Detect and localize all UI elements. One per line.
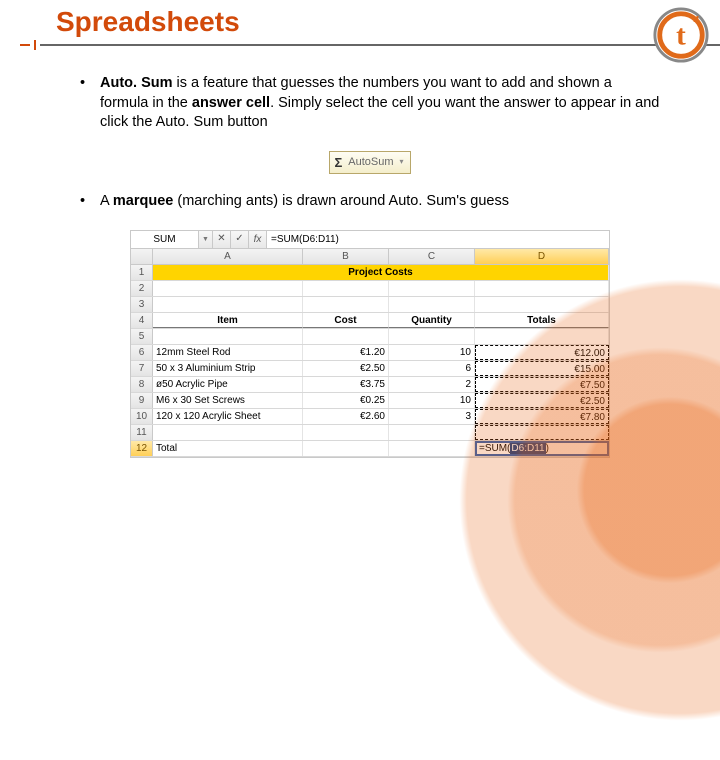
data-row: 9 M6 x 30 Set Screws €0.25 10 €2.50	[131, 393, 609, 409]
formula-input[interactable]: =SUM(D6:D11)	[267, 231, 609, 248]
marquee-term: marquee	[113, 193, 173, 209]
total-cell[interactable]: €7.80	[475, 409, 609, 424]
slide-header: Spreadsheets t 4	[0, 0, 720, 50]
item-cell[interactable]: 12mm Steel Rod	[153, 345, 303, 360]
qty-cell[interactable]: 6	[389, 361, 475, 376]
rule-line	[40, 44, 720, 46]
slide-content: • Auto. Sum is a feature that guesses th…	[0, 50, 720, 458]
title-row: 1 Project Costs	[131, 265, 609, 281]
row-header[interactable]: 8	[131, 377, 153, 392]
empty-row: 11	[131, 425, 609, 441]
cancel-button[interactable]: ✕	[213, 231, 231, 248]
row-header[interactable]: 10	[131, 409, 153, 424]
header-cost[interactable]: Cost	[303, 313, 389, 328]
autosum-term: Auto. Sum	[100, 75, 173, 91]
header-item[interactable]: Item	[153, 313, 303, 328]
qty-cell[interactable]: 3	[389, 409, 475, 424]
fx-icon[interactable]: fx	[249, 231, 267, 248]
rule-tick-h	[20, 44, 30, 46]
t4-logo-icon: t 4	[652, 6, 710, 64]
enter-button[interactable]: ✓	[231, 231, 249, 248]
data-row: 7 50 x 3 Aluminium Strip €2.50 6 €15.00	[131, 361, 609, 377]
row-header[interactable]: 3	[131, 297, 153, 312]
table-header-row: 4 Item Cost Quantity Totals	[131, 313, 609, 329]
item-cell[interactable]: ø50 Acrylic Pipe	[153, 377, 303, 392]
data-row: 6 12mm Steel Rod €1.20 10 €12.00	[131, 345, 609, 361]
row-header[interactable]: 7	[131, 361, 153, 376]
cost-cell[interactable]: €1.20	[303, 345, 389, 360]
item-cell[interactable]: 50 x 3 Aluminium Strip	[153, 361, 303, 376]
total-row: 12 Total =SUM(D6:D11)	[131, 441, 609, 457]
cost-cell[interactable]: €3.75	[303, 377, 389, 392]
chevron-down-icon: ▾	[400, 157, 404, 168]
data-row: 8 ø50 Acrylic Pipe €3.75 2 €7.50	[131, 377, 609, 393]
rule-tick-v	[34, 40, 36, 50]
select-all-corner[interactable]	[131, 249, 153, 265]
row-header[interactable]: 6	[131, 345, 153, 360]
row-header[interactable]: 9	[131, 393, 153, 408]
qty-cell[interactable]: 10	[389, 345, 475, 360]
col-header-a[interactable]: A	[153, 249, 303, 265]
col-header-d[interactable]: D	[475, 249, 609, 265]
empty-row: 3	[131, 297, 609, 313]
svg-text:4: 4	[694, 14, 700, 26]
item-cell[interactable]: 120 x 120 Acrylic Sheet	[153, 409, 303, 424]
row-header[interactable]: 4	[131, 313, 153, 328]
svg-text:t: t	[676, 20, 686, 52]
active-formula-cell[interactable]: =SUM(D6:D11)	[475, 441, 609, 456]
spreadsheet-figure: SUM ▼ ✕ ✓ fx =SUM(D6:D11) A B C D 1 Proj…	[130, 230, 610, 459]
bullet-1: • Auto. Sum is a feature that guesses th…	[80, 74, 660, 133]
autosum-button[interactable]: Σ AutoSum ▾	[329, 151, 410, 175]
row-header[interactable]: 1	[131, 265, 153, 280]
item-cell[interactable]: M6 x 30 Set Screws	[153, 393, 303, 408]
range-selection: D6:D11	[510, 442, 545, 456]
header-totals[interactable]: Totals	[475, 313, 609, 328]
total-cell[interactable]: €15.00	[475, 361, 609, 376]
project-title-cell[interactable]: Project Costs	[153, 265, 609, 280]
data-row: 10 120 x 120 Acrylic Sheet €2.60 3 €7.80	[131, 409, 609, 425]
sheet-body: 1 Project Costs 2 3 4 Item Cost Quantity…	[131, 265, 609, 457]
row-header[interactable]: 12	[131, 441, 153, 456]
total-cell[interactable]: €2.50	[475, 393, 609, 408]
name-box-dropdown-icon[interactable]: ▼	[199, 231, 213, 248]
col-header-c[interactable]: C	[389, 249, 475, 265]
column-headers: A B C D	[131, 249, 609, 266]
row-header[interactable]: 11	[131, 425, 153, 440]
cost-cell[interactable]: €0.25	[303, 393, 389, 408]
bullet-dot: •	[80, 74, 100, 133]
row-header[interactable]: 5	[131, 329, 153, 344]
total-cell[interactable]: €12.00	[475, 345, 609, 360]
col-header-b[interactable]: B	[303, 249, 389, 265]
autosum-label: AutoSum	[348, 155, 393, 170]
cost-cell[interactable]: €2.60	[303, 409, 389, 424]
bullet-1-text: Auto. Sum is a feature that guesses the …	[100, 74, 660, 133]
sigma-icon: Σ	[334, 154, 342, 172]
header-qty[interactable]: Quantity	[389, 313, 475, 328]
total-cell[interactable]: €7.50	[475, 377, 609, 392]
formula-bar: SUM ▼ ✕ ✓ fx =SUM(D6:D11)	[131, 231, 609, 249]
bullet-2: • A marquee (marching ants) is drawn aro…	[80, 192, 660, 212]
bullet-2-text: A marquee (marching ants) is drawn aroun…	[100, 192, 660, 212]
empty-row: 2	[131, 281, 609, 297]
total-label-cell[interactable]: Total	[153, 441, 303, 456]
cost-cell[interactable]: €2.50	[303, 361, 389, 376]
slide-title: Spreadsheets	[56, 6, 720, 38]
row-header[interactable]: 2	[131, 281, 153, 296]
autosum-button-figure: Σ AutoSum ▾	[80, 151, 660, 175]
empty-row: 5	[131, 329, 609, 345]
header-rule	[0, 40, 720, 50]
name-box[interactable]: SUM	[131, 231, 199, 248]
answer-cell-term: answer cell	[192, 95, 270, 111]
bullet-dot: •	[80, 192, 100, 212]
qty-cell[interactable]: 10	[389, 393, 475, 408]
marquee-cell[interactable]	[475, 425, 609, 440]
qty-cell[interactable]: 2	[389, 377, 475, 392]
